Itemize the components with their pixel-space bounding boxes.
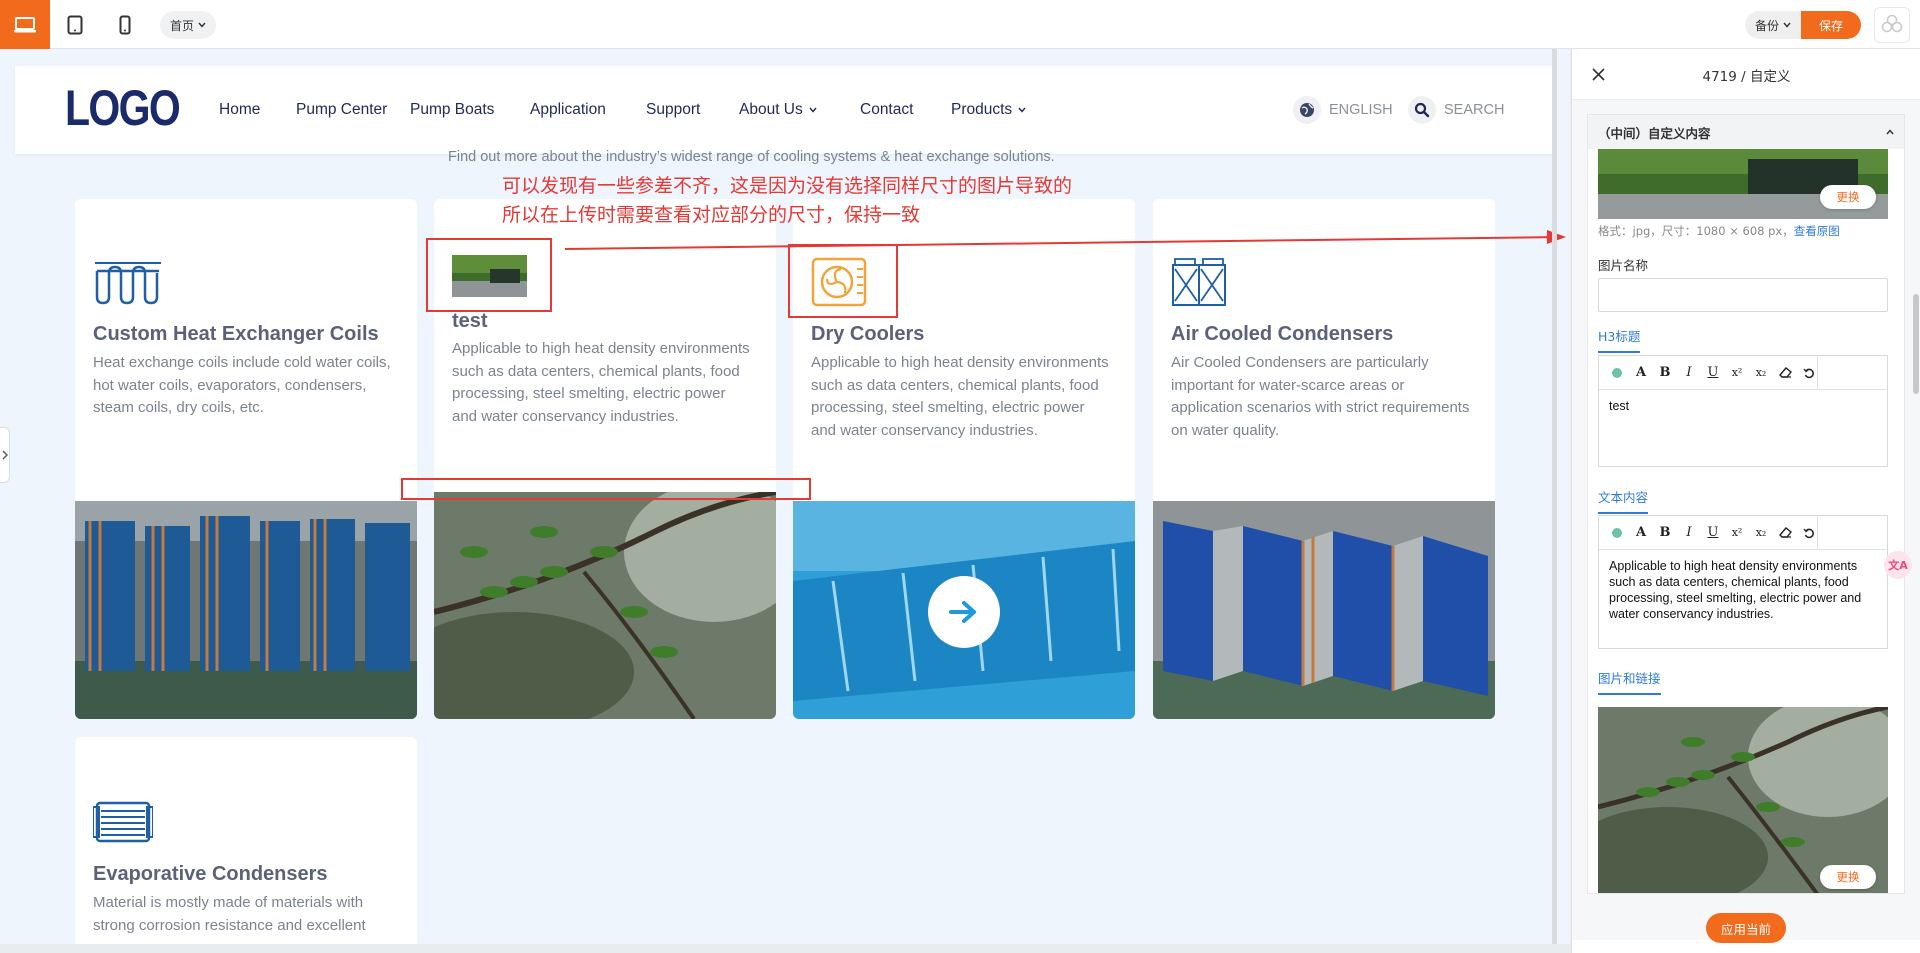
- editor-toolbar: A B I U x² x₂: [1599, 356, 1887, 390]
- chevron-right-icon: [2, 450, 8, 460]
- tablet-icon: [67, 15, 83, 34]
- text-editor[interactable]: A B I U x² x₂ Applicable to high heat de…: [1598, 515, 1888, 649]
- superscript-icon[interactable]: x²: [1725, 361, 1749, 385]
- image-info: 格式：jpg，尺寸：1080 × 608 px，查看原图: [1598, 223, 1840, 239]
- chevron-up-icon: [1886, 129, 1894, 135]
- apply-current-button[interactable]: 应用当前: [1706, 913, 1786, 943]
- eraser-icon[interactable]: [1773, 361, 1797, 385]
- backup-label: 备份: [1755, 18, 1780, 33]
- chevron-down-icon: [198, 22, 206, 28]
- page-select-value: 首页: [170, 18, 195, 33]
- translate-button[interactable]: 文A: [1884, 551, 1912, 579]
- font-icon[interactable]: A: [1629, 361, 1653, 385]
- italic-icon[interactable]: I: [1677, 521, 1701, 545]
- custom-content-section: （中间）自定义内容 更换 格式：jpg，尺寸：1080 × 608 px，查看原…: [1587, 114, 1905, 894]
- underline-icon[interactable]: U: [1701, 521, 1725, 545]
- panel-body: （中间）自定义内容 更换 格式：jpg，尺寸：1080 × 608 px，查看原…: [1572, 100, 1920, 940]
- desktop-icon: [14, 16, 36, 32]
- desktop-view-button[interactable]: [0, 0, 50, 49]
- canvas-scrollbar[interactable]: [1552, 49, 1557, 944]
- bold-icon[interactable]: B: [1653, 521, 1677, 545]
- tab-h3-title[interactable]: H3标题: [1598, 326, 1641, 353]
- mobile-icon: [119, 15, 131, 34]
- chevron-down-icon: [1783, 22, 1791, 28]
- editor-toolbar: 首页 备份 保存: [0, 0, 1920, 49]
- view-original-link[interactable]: 查看原图: [1794, 224, 1840, 238]
- page-select[interactable]: 首页: [160, 11, 217, 39]
- change-link-image-button[interactable]: 更换: [1820, 865, 1876, 889]
- subscript-icon[interactable]: x₂: [1749, 521, 1773, 545]
- panel-scrollbar[interactable]: [1913, 294, 1919, 394]
- panel-header: 4719 / 自定义: [1572, 49, 1920, 100]
- avatar[interactable]: [1874, 7, 1910, 43]
- font-icon[interactable]: A: [1629, 521, 1653, 545]
- italic-icon[interactable]: I: [1677, 361, 1701, 385]
- preview-canvas: LOGO Home Pump Center Pump Boats Applica…: [0, 49, 1570, 944]
- image-info-text: 格式：jpg，尺寸：1080 × 608 px，: [1598, 224, 1794, 238]
- tab-image-and-link[interactable]: 图片和链接: [1598, 668, 1661, 695]
- arrow-annotation: [564, 230, 1566, 250]
- bold-icon[interactable]: B: [1653, 361, 1677, 385]
- image-name-label: 图片名称: [1598, 258, 1649, 273]
- mobile-view-button[interactable]: [100, 0, 150, 49]
- save-button[interactable]: 保存: [1801, 11, 1862, 39]
- subscript-icon[interactable]: x₂: [1749, 361, 1773, 385]
- properties-panel: 4719 / 自定义 （中间）自定义内容 更换 格式：jpg，尺寸：1080 ×…: [1571, 49, 1920, 953]
- section-header[interactable]: （中间）自定义内容: [1588, 115, 1904, 149]
- section-title: （中间）自定义内容: [1598, 125, 1711, 141]
- superscript-icon[interactable]: x²: [1725, 521, 1749, 545]
- h3-editor[interactable]: A B I U x² x₂ test: [1598, 355, 1888, 467]
- color-icon[interactable]: [1605, 521, 1629, 545]
- text-editor-content[interactable]: Applicable to high heat density environm…: [1599, 550, 1887, 630]
- change-image-button[interactable]: 更换: [1820, 185, 1876, 209]
- underline-icon[interactable]: U: [1701, 361, 1725, 385]
- editor-toolbar: A B I U x² x₂: [1599, 516, 1887, 550]
- backup-button[interactable]: 备份: [1745, 11, 1802, 39]
- eraser-icon[interactable]: [1773, 521, 1797, 545]
- expand-handle[interactable]: [0, 427, 10, 483]
- color-icon[interactable]: [1605, 361, 1629, 385]
- flower-icon: [1881, 14, 1903, 33]
- h3-editor-content[interactable]: test: [1599, 390, 1887, 422]
- tab-text-content[interactable]: 文本内容: [1598, 487, 1649, 514]
- image-name-input[interactable]: [1598, 278, 1888, 312]
- panel-title: 4719 / 自定义: [1702, 69, 1791, 85]
- tablet-view-button[interactable]: [50, 0, 100, 49]
